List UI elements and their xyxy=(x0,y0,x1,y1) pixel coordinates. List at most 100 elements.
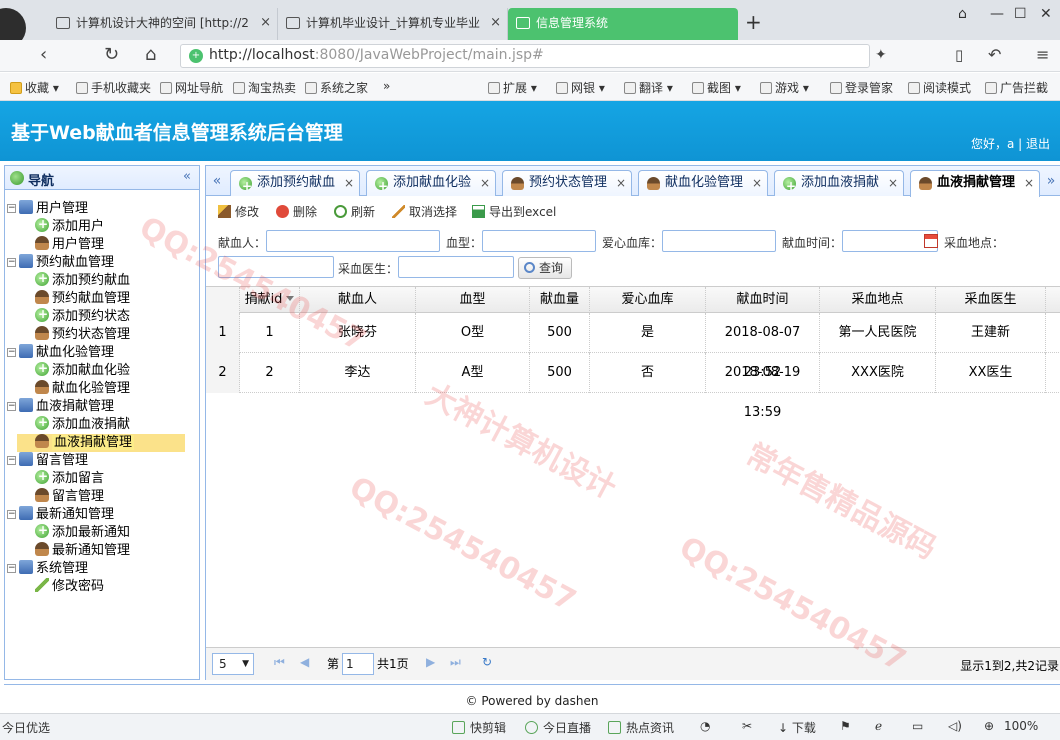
tree-group-user[interactable]: − 用户管理 xyxy=(5,200,199,218)
status-bookmark-icon[interactable]: ⚑ xyxy=(840,719,851,733)
status-tools-icon[interactable]: ✂ xyxy=(742,719,752,733)
status-window-icon[interactable]: ▭ xyxy=(912,719,923,733)
undo-icon[interactable]: ↶ xyxy=(988,44,1001,66)
tree-item-add-status[interactable]: 添加预约状态 xyxy=(5,305,199,326)
skin-icon[interactable]: ⌂ xyxy=(958,6,967,22)
last-page-icon[interactable]: ⏭ xyxy=(450,655,461,670)
delete-button[interactable]: 删除 xyxy=(276,203,317,220)
tree-group-system[interactable]: − 系统管理 xyxy=(5,560,199,578)
tree-group-donation[interactable]: − 血液捐献管理 xyxy=(5,398,199,416)
tree-item-add-message[interactable]: 添加留言 xyxy=(5,467,199,488)
prev-page-icon[interactable]: ◀ xyxy=(300,655,309,669)
status-ie-icon[interactable]: ℯ xyxy=(875,719,882,733)
tree-item-add-appointment[interactable]: 添加预约献血 xyxy=(5,269,199,290)
tab-add-appointment[interactable]: 添加预约献血 × xyxy=(230,170,360,198)
tree-group-notice[interactable]: − 最新通知管理 xyxy=(5,506,199,524)
col-blood-bank[interactable]: 爱心血库 xyxy=(590,287,706,313)
doctor-input[interactable] xyxy=(398,256,514,278)
page-number-input[interactable]: 1 xyxy=(342,653,374,675)
browser-tab-2[interactable]: 计算机毕业设计_计算机专业毕业 × xyxy=(278,8,508,40)
col-donate-time[interactable]: 献血时间 xyxy=(706,287,820,313)
tab-scroll-left-icon[interactable]: « xyxy=(208,170,226,194)
minimize-icon[interactable]: — xyxy=(990,6,1004,22)
browser-tab-1[interactable]: 计算机设计大神的空间 [http://2 × xyxy=(48,8,278,40)
location-input[interactable] xyxy=(218,256,334,278)
status-today-picks[interactable]: 今日优选 xyxy=(2,719,50,736)
sidebar-collapse-icon[interactable]: « xyxy=(183,169,191,184)
collapse-icon[interactable]: − xyxy=(7,348,16,357)
tab-close-icon[interactable]: × xyxy=(1024,171,1034,195)
refresh-button[interactable]: 刷新 xyxy=(334,203,375,220)
tree-item-donation-manage[interactable]: 血液捐献管理 xyxy=(5,434,199,452)
status-volume-icon[interactable]: ◁) xyxy=(948,719,962,733)
bookmark-nav[interactable]: 网址导航 xyxy=(160,79,223,96)
home-icon[interactable]: ⌂ xyxy=(145,44,156,66)
url-input[interactable]: + http://localhost:8080/JavaWebProject/m… xyxy=(180,44,870,68)
phone-icon[interactable]: ▯ xyxy=(955,44,963,66)
tab-close-icon[interactable]: × xyxy=(344,171,354,195)
speed-icon[interactable]: ✦ xyxy=(875,44,887,66)
bookmark-favorites[interactable]: 收藏 ▾ xyxy=(10,79,59,96)
col-doctor[interactable]: 采血医生 xyxy=(936,287,1046,313)
bookmark-adblock[interactable]: 广告拦截 xyxy=(985,79,1048,96)
status-speed-icon[interactable]: ◔ xyxy=(700,719,710,733)
collapse-icon[interactable]: − xyxy=(7,402,16,411)
bookmark-reader[interactable]: 阅读模式 xyxy=(908,79,971,96)
browser-tab-active[interactable]: 信息管理系统 xyxy=(508,8,738,40)
cancel-select-button[interactable]: 取消选择 xyxy=(392,203,457,220)
tree-item-change-password[interactable]: 修改密码 xyxy=(5,578,199,596)
bookmark-taobao[interactable]: 淘宝热卖 xyxy=(233,79,296,96)
col-location[interactable]: 采血地点 xyxy=(820,287,936,313)
tab-close-icon[interactable]: × xyxy=(616,171,626,195)
export-excel-button[interactable]: 导出到excel xyxy=(472,203,556,220)
status-news[interactable]: 热点资讯 xyxy=(608,719,674,736)
edit-button[interactable]: 修改 xyxy=(218,203,259,220)
blood-bank-input[interactable] xyxy=(662,230,776,252)
bookmark-games[interactable]: 游戏 ▾ xyxy=(760,79,809,96)
page-size-select[interactable]: 5 ▼ xyxy=(212,653,254,675)
table-row[interactable]: 2 2 李达 A型 500 否 2018-08-19 13:59 XXX医院 X… xyxy=(206,353,1060,420)
col-blood-type[interactable]: 血型 xyxy=(416,287,530,313)
new-tab-button[interactable]: + xyxy=(745,8,762,36)
close-window-icon[interactable]: ✕ xyxy=(1040,6,1052,22)
col-donor[interactable]: 献血人 xyxy=(300,287,416,313)
bookmark-system[interactable]: 系统之家 xyxy=(305,79,368,96)
tab-close-icon[interactable]: × xyxy=(888,171,898,195)
tree-group-message[interactable]: − 留言管理 xyxy=(5,452,199,470)
tree-item-add-donation[interactable]: 添加血液捐献 xyxy=(5,413,199,434)
status-zoom-icon[interactable]: ⊕ xyxy=(984,719,994,733)
bookmark-extensions[interactable]: 扩展 ▾ xyxy=(488,79,537,96)
tab-add-donation[interactable]: 添加血液捐献 × xyxy=(774,170,904,198)
blood-type-input[interactable] xyxy=(482,230,596,252)
bookmark-translate[interactable]: 翻译 ▾ xyxy=(624,79,673,96)
collapse-icon[interactable]: − xyxy=(7,258,16,267)
next-page-icon[interactable]: ▶ xyxy=(426,655,435,669)
bookmark-mobile[interactable]: 手机收藏夹 xyxy=(76,79,151,96)
tree-group-test[interactable]: − 献血化验管理 xyxy=(5,344,199,362)
status-download[interactable]: ↓ 下载 xyxy=(778,719,816,736)
tab-test-manage[interactable]: 献血化验管理 × xyxy=(638,170,768,196)
tab-add-test[interactable]: 添加献血化验 × xyxy=(366,170,496,198)
first-page-icon[interactable]: ⏮ xyxy=(274,655,285,670)
bookmark-bank[interactable]: 网银 ▾ xyxy=(556,79,605,96)
bookmark-screenshot[interactable]: 截图 ▾ xyxy=(692,79,741,96)
tree-item-add-test[interactable]: 添加献血化验 xyxy=(5,359,199,380)
tab-close-icon[interactable]: × xyxy=(260,8,271,38)
bookmark-login[interactable]: 登录管家 xyxy=(830,79,893,96)
tree-item-add-notice[interactable]: 添加最新通知 xyxy=(5,521,199,542)
table-row[interactable]: 1 1 张晓芬 O型 500 是 2018-08-07 23:52 第一人民医院… xyxy=(206,313,1060,380)
donor-input[interactable] xyxy=(266,230,440,252)
tree-item-user-manage[interactable]: 用户管理 xyxy=(5,236,199,254)
collapse-icon[interactable]: − xyxy=(7,564,16,573)
tab-donation-manage[interactable]: 血液捐献管理 × xyxy=(910,170,1040,197)
collapse-icon[interactable]: − xyxy=(7,510,16,519)
maximize-icon[interactable]: ☐ xyxy=(1014,6,1027,22)
tree-item-test-manage[interactable]: 献血化验管理 xyxy=(5,380,199,398)
collapse-icon[interactable]: − xyxy=(7,456,16,465)
user-info-logout[interactable]: 您好，a | 退出 xyxy=(971,135,1050,152)
col-amount[interactable]: 献血量 xyxy=(530,287,590,313)
tab-close-icon[interactable]: × xyxy=(490,8,501,38)
tab-close-icon[interactable]: × xyxy=(480,171,490,195)
tree-item-add-user[interactable]: 添加用户 xyxy=(5,215,199,236)
tree-group-appointment[interactable]: − 预约献血管理 xyxy=(5,254,199,272)
